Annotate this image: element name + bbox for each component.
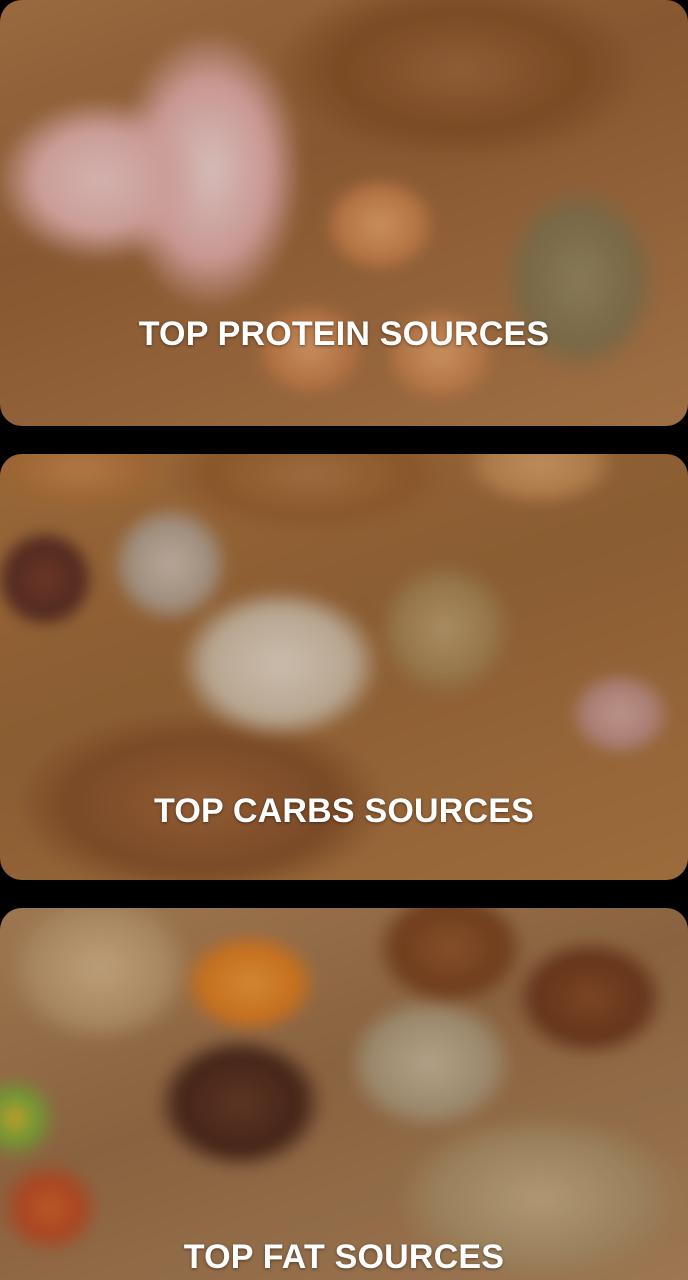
card-title: TOP CARBS SOURCES	[154, 792, 534, 830]
card-overlay	[0, 0, 688, 426]
card-title: TOP FAT SOURCES	[183, 1238, 505, 1276]
card-top-protein-sources[interactable]: TOP PROTEIN SOURCES	[0, 0, 688, 426]
card-top-fat-sources[interactable]: TOP FAT SOURCES	[0, 908, 688, 1280]
card-title: TOP PROTEIN SOURCES	[138, 315, 550, 353]
card-overlay	[0, 908, 688, 1280]
card-top-carbs-sources[interactable]: TOP CARBS SOURCES	[0, 454, 688, 880]
food-sources-list: TOP PROTEIN SOURCES TOP CARBS SOURCES TO…	[0, 0, 688, 1280]
